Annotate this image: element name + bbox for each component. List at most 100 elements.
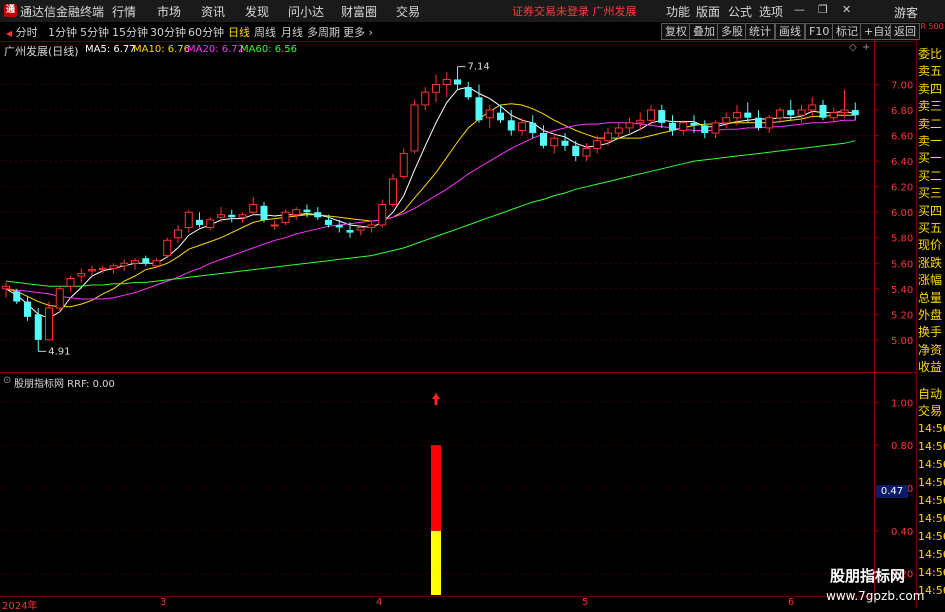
quote-field-label: 涨跌 xyxy=(918,255,943,270)
candle-body xyxy=(152,260,161,267)
menu-item-function[interactable]: 功能 xyxy=(666,3,690,20)
tick-time: 14:56 xyxy=(918,566,945,579)
tick-time: 14:56 xyxy=(918,494,945,507)
login-status: 证券交易未登录 广州发展 xyxy=(512,5,637,18)
candle-body xyxy=(507,120,515,131)
multi-stock-button[interactable]: 多股 xyxy=(717,23,747,40)
menu-item-market[interactable]: 市场 xyxy=(157,3,181,20)
candle-body xyxy=(808,104,817,111)
candle-body xyxy=(206,219,215,229)
tick-time: 14:56 xyxy=(918,530,945,543)
candle-body xyxy=(561,140,569,146)
candle-body xyxy=(325,219,332,225)
adjust-button[interactable]: 复权 xyxy=(661,23,691,40)
menu-item-layout[interactable]: 版面 xyxy=(696,3,720,20)
menu-item-quotes[interactable]: 行情 xyxy=(112,3,136,20)
watermark-url: www.7gpzb.com xyxy=(826,589,925,603)
candle-body xyxy=(399,152,408,177)
price-tick-label: 7.00 xyxy=(891,81,913,92)
quote-field-label: 买五 xyxy=(918,221,943,235)
trade-label[interactable]: 交易 xyxy=(918,402,942,419)
price-tick-label: 5.40 xyxy=(891,285,913,296)
candle-body xyxy=(765,117,774,129)
candle-body xyxy=(163,239,172,257)
quote-field-label: 委比 xyxy=(918,47,943,61)
indicator-axis: 1.000.800.600.400.20 xyxy=(875,398,913,581)
guest-label[interactable]: 游客 xyxy=(894,4,918,21)
candle-body xyxy=(292,209,301,216)
period-30min[interactable]: 30分钟 xyxy=(150,24,186,40)
period-monthly[interactable]: 月线 xyxy=(281,24,303,40)
indicator-tick-label: 1.00 xyxy=(891,398,913,409)
candle-body xyxy=(367,224,376,229)
back-button[interactable]: 返回 xyxy=(890,23,920,40)
candle-body xyxy=(217,214,225,218)
candle-body xyxy=(582,147,591,157)
menu-item-options[interactable]: 选项 xyxy=(759,3,783,20)
trade-label[interactable]: 自动 xyxy=(918,385,942,402)
candle-body xyxy=(228,214,236,218)
candle-body xyxy=(335,224,343,228)
price-tick-label: 5.00 xyxy=(891,336,913,347)
f10-button[interactable]: F10 xyxy=(805,23,834,40)
quote-field-label: 买三 xyxy=(918,186,943,201)
quote-field-label: 卖一 xyxy=(918,134,943,148)
chevron-left-icon: ◀ xyxy=(6,29,13,38)
tick-time: 14:56 xyxy=(918,512,945,525)
candle-body xyxy=(34,314,42,340)
menu-item-news[interactable]: 资讯 xyxy=(201,3,225,20)
period-1min[interactable]: 1分钟 xyxy=(48,24,77,40)
menu-item-discover[interactable]: 发现 xyxy=(245,3,269,20)
indicator-tick-label: 0.40 xyxy=(891,527,913,538)
menu-item-wealth[interactable]: 财富圈 xyxy=(341,3,377,20)
candle-body xyxy=(776,109,784,119)
menu-item-ask[interactable]: 问小达 xyxy=(288,3,324,20)
stats-button[interactable]: 统计 xyxy=(745,23,775,40)
period-multi[interactable]: 多周期 xyxy=(307,24,340,40)
overlay-button[interactable]: 叠加 xyxy=(689,23,719,40)
indicator-tick-label: 0.80 xyxy=(891,441,913,452)
period-more[interactable]: 更多 › xyxy=(343,24,373,40)
quote-field-label: 买一 xyxy=(918,151,943,166)
candle-body xyxy=(45,307,53,341)
high-price-label: 7.14 xyxy=(468,62,490,73)
minimize-icon[interactable]: — xyxy=(794,3,805,16)
period-intraday[interactable]: ◀ 分时 xyxy=(6,24,38,40)
candle-body xyxy=(346,230,354,233)
candle-body xyxy=(196,219,203,225)
ma20-line xyxy=(5,119,856,300)
draw-button[interactable]: 画线 xyxy=(775,23,805,40)
candle-body xyxy=(174,229,182,239)
candle-body xyxy=(356,227,365,231)
price-tick-label: 5.20 xyxy=(891,310,913,321)
candle-body xyxy=(529,122,537,134)
candle-body xyxy=(647,109,655,121)
candle-body xyxy=(131,260,139,264)
candle-body xyxy=(24,301,31,317)
candle-body xyxy=(485,109,494,119)
candle-body xyxy=(711,122,720,134)
candle-body xyxy=(722,117,731,124)
menu-item-trade[interactable]: 交易 xyxy=(396,3,420,20)
corner-indicator: R 500 xyxy=(920,22,944,31)
price-chart[interactable]: 7.14 4.91 xyxy=(0,41,875,372)
candle-body xyxy=(572,145,580,157)
price-tick-label: 6.60 xyxy=(891,132,913,143)
period-weekly[interactable]: 周线 xyxy=(254,24,276,40)
candle-body xyxy=(184,211,193,229)
indicator-chart[interactable] xyxy=(0,373,875,595)
mark-button[interactable]: 标记 xyxy=(832,23,862,40)
menu-item-formula[interactable]: 公式 xyxy=(728,3,752,20)
indicator-bar-red xyxy=(431,445,441,531)
period-5min[interactable]: 5分钟 xyxy=(80,24,109,40)
period-60min[interactable]: 60分钟 xyxy=(188,24,224,40)
candle-body xyxy=(604,132,612,142)
period-daily[interactable]: 日线 xyxy=(228,24,250,40)
date-label: 5 xyxy=(582,597,589,608)
candle-body xyxy=(238,214,247,218)
quote-field-label: 总量 xyxy=(918,290,943,305)
restore-icon[interactable]: ❐ xyxy=(818,3,828,16)
period-15min[interactable]: 15分钟 xyxy=(112,24,148,40)
candle-body xyxy=(636,119,645,124)
close-icon[interactable]: ✕ xyxy=(842,3,851,16)
